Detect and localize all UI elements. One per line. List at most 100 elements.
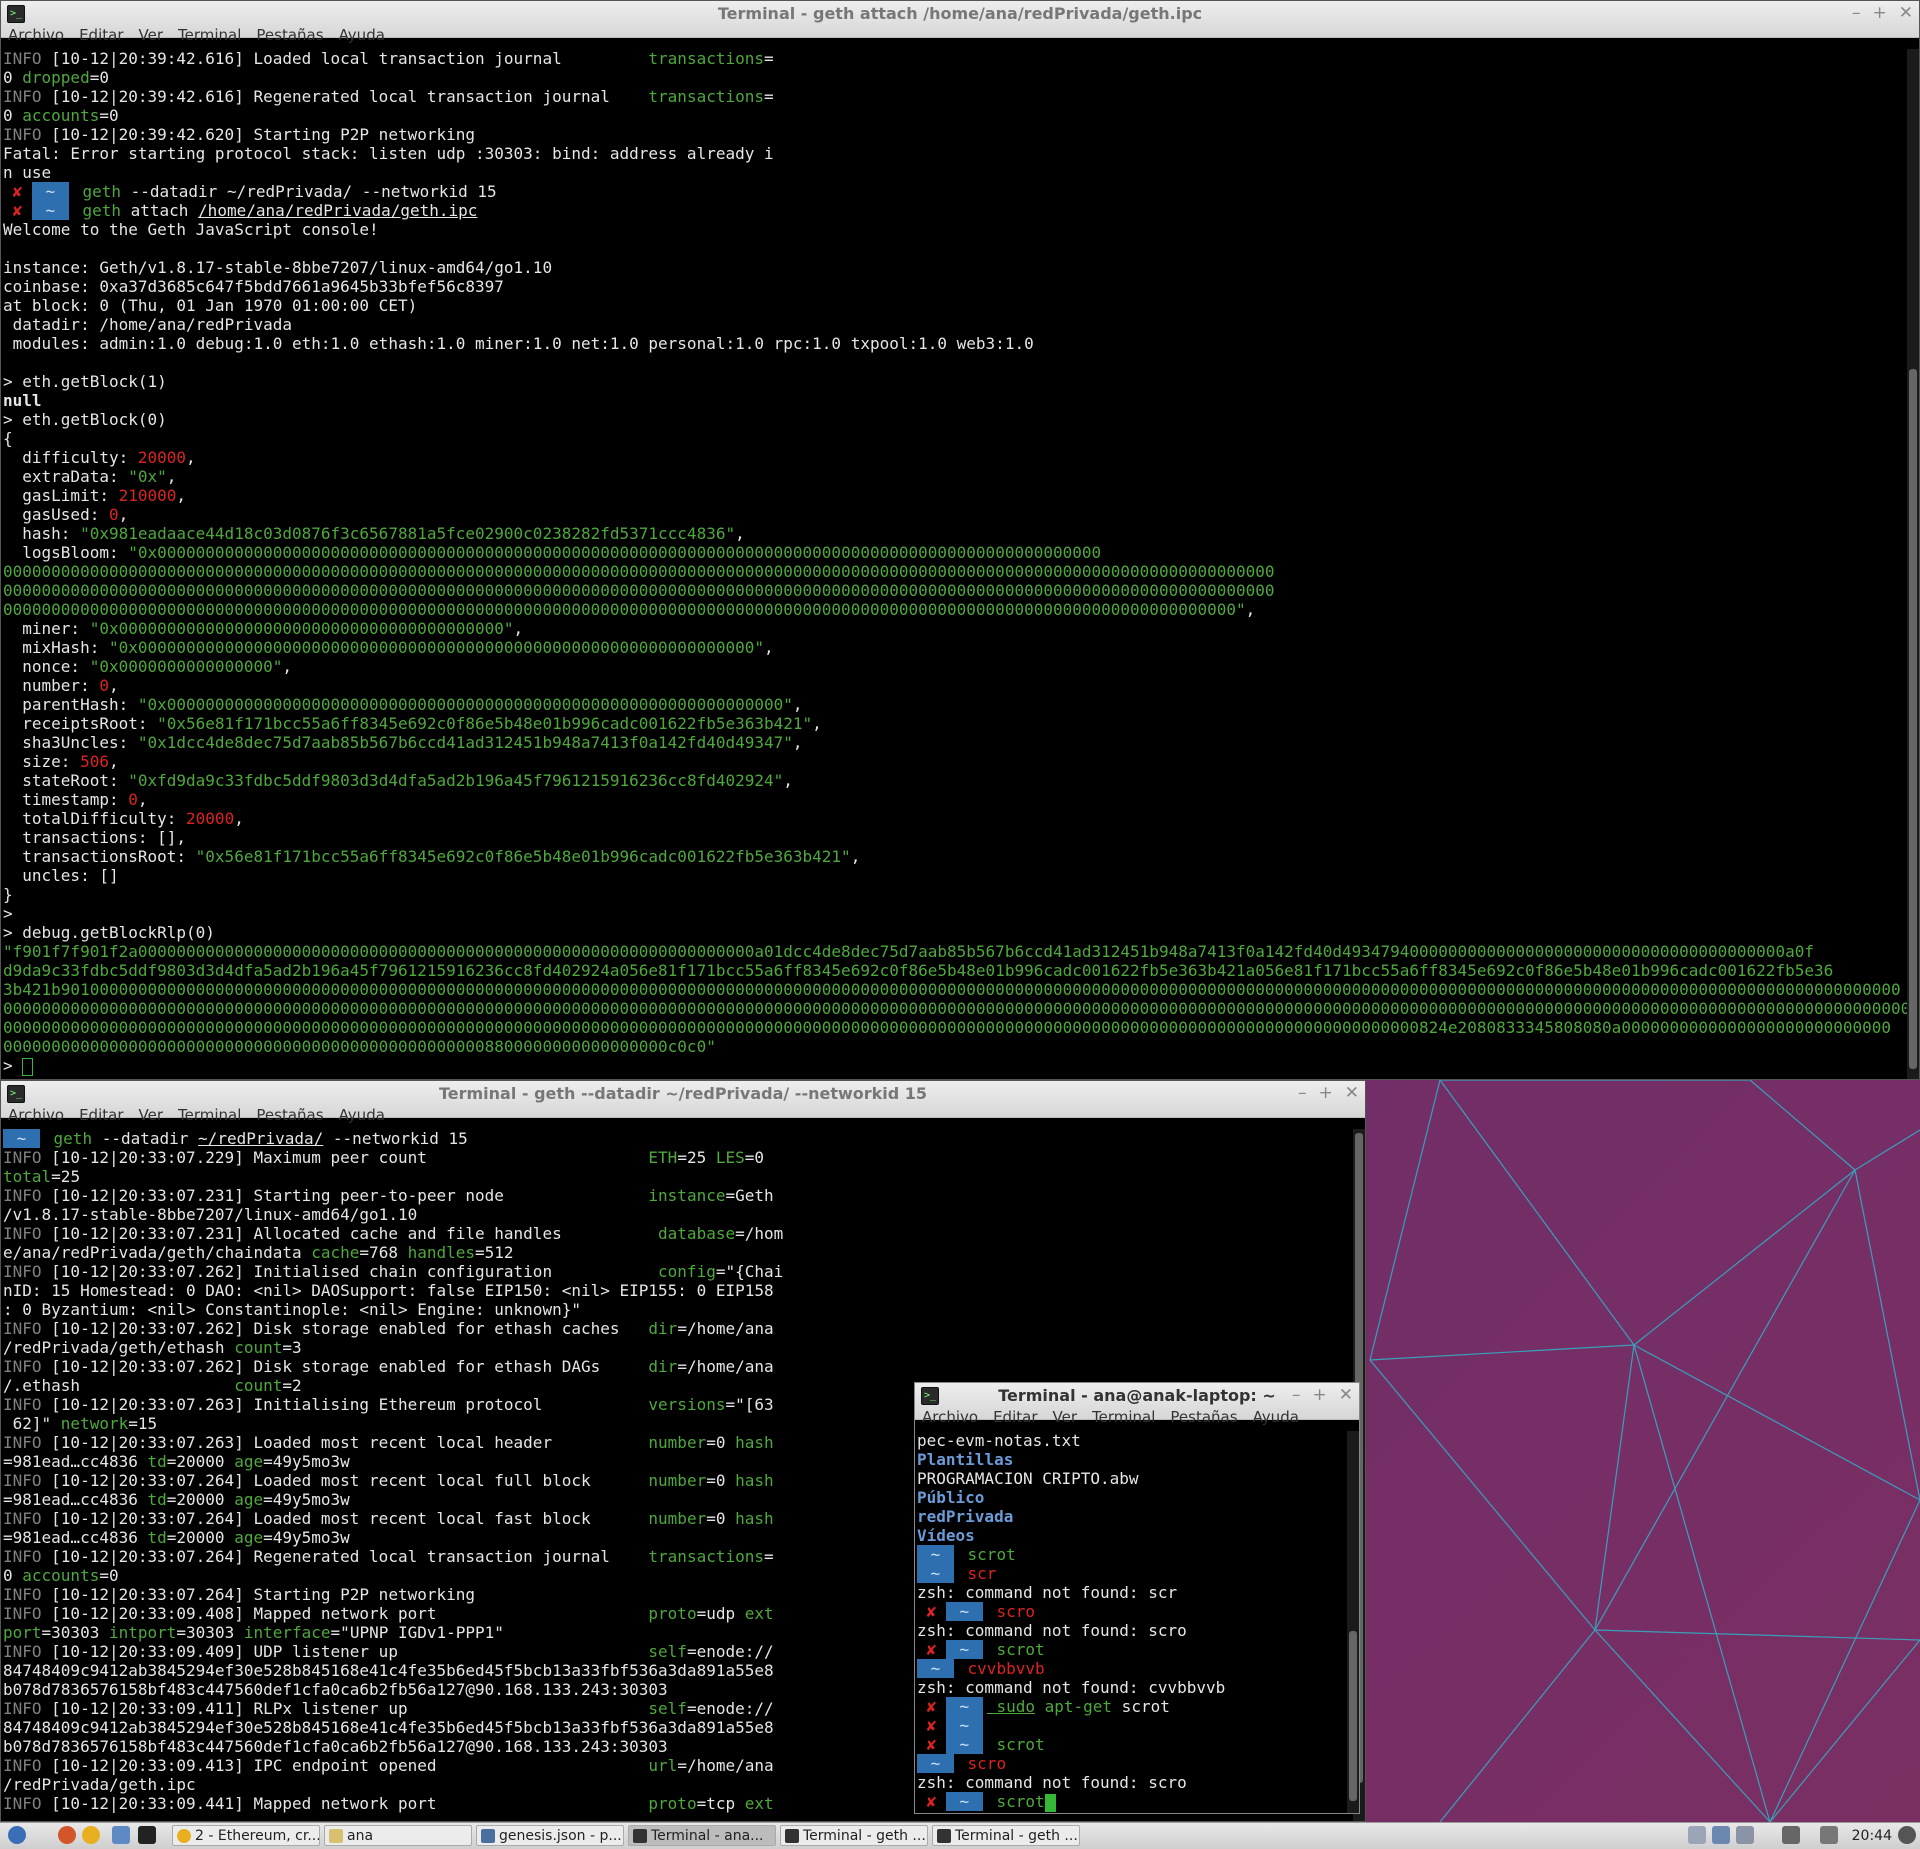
start-menu-icon[interactable] (8, 1826, 26, 1844)
close-icon[interactable]: ✕ (1345, 1083, 1359, 1103)
terminal-text: age (234, 1452, 264, 1471)
menu-editar[interactable]: Editar (986, 1405, 1045, 1429)
terminal-text: count (234, 1376, 283, 1395)
terminal-text: INFO (3, 1699, 42, 1718)
terminal-text: =tcp (696, 1794, 745, 1813)
menu-ver[interactable]: Ver (132, 1103, 172, 1127)
prompt-segment: ~ (917, 1564, 954, 1583)
terminal-line: e/ana/redPrivada/geth/chaindata cache=76… (3, 1243, 1365, 1262)
scrollbar[interactable] (1347, 1431, 1359, 1813)
terminal-text: "0x981eadaace44d18c03d0876f3c6567881a5fc… (80, 524, 736, 543)
terminal-line: extraData: "0x", (3, 467, 1919, 486)
terminal-line: d9da9c33fdbc5ddf9803d3d4dfa5ad2b196a45f7… (3, 961, 1919, 980)
menu-terminal[interactable]: Terminal (171, 1103, 249, 1127)
terminal-text: hash (735, 1433, 774, 1452)
menu-editar[interactable]: Editar (72, 1103, 131, 1127)
folder-icon (329, 1829, 343, 1843)
terminal-line: totalDifficulty: 20000, (3, 809, 1919, 828)
terminal-line: INFO [10-12|20:33:07.231] Allocated cach… (3, 1224, 1365, 1243)
close-icon[interactable]: ✕ (1899, 3, 1913, 23)
terminal-output[interactable]: INFO [10-12|20:39:42.616] Loaded local t… (1, 49, 1919, 1079)
terminal-window-geth-attach[interactable]: >_ Terminal - geth attach /home/ana/redP… (0, 0, 1920, 1080)
minimize-icon[interactable]: – (1298, 1083, 1307, 1103)
menu-terminal[interactable]: Terminal (171, 23, 249, 47)
power-icon[interactable] (1898, 1826, 1916, 1844)
terminal-text: =0 (706, 1509, 736, 1528)
menu-archivo[interactable]: Archivo (1, 23, 72, 47)
terminal-text: 84748409c9412ab3845294ef30e528b845168e41… (3, 1661, 774, 1680)
chrome-icon[interactable] (82, 1826, 100, 1844)
window-titlebar[interactable]: >_ Terminal - geth --datadir ~/redPrivad… (1, 1081, 1365, 1124)
task-terminal-ana[interactable]: Terminal - ana... (628, 1825, 776, 1846)
menu-pestanas[interactable]: Pestañas (249, 23, 331, 47)
terminal-line: 0000000000000000000000000000000000000000… (3, 1037, 1919, 1056)
minimize-icon[interactable]: – (1852, 3, 1861, 23)
terminal-line: Vídeos (917, 1526, 1347, 1545)
menu-ayuda[interactable]: Ayuda (1246, 1405, 1307, 1429)
terminal-text: 0 (3, 68, 23, 87)
window-titlebar[interactable]: >_ Terminal - ana@anak-laptop: ~ – + ✕ A… (915, 1383, 1359, 1426)
menu-ver[interactable]: Ver (1046, 1405, 1086, 1429)
terminal-line: } (3, 885, 1919, 904)
terminal-text: port (3, 1623, 42, 1642)
terminal-text: age (234, 1528, 264, 1547)
terminal-line: zsh: command not found: scro (917, 1621, 1347, 1640)
terminal-text: coinbase: 0xa37d3685c647f5bdd7661a9645b3… (3, 277, 504, 296)
scrollbar-thumb[interactable] (1349, 1631, 1357, 1801)
path-text: ~/redPrivada/ (198, 1129, 324, 1148)
terminal-text: INFO (3, 1148, 42, 1167)
workspace-icon[interactable] (1688, 1826, 1706, 1844)
terminal-line: ~ scrot (917, 1545, 1347, 1564)
scrollbar[interactable] (1907, 49, 1919, 1079)
terminal-line: number: 0, (3, 676, 1919, 695)
terminal-text: "0x56e81f171bcc55a6ff8345e692c0f86e5b48e… (157, 714, 813, 733)
menu-terminal[interactable]: Terminal (1085, 1405, 1163, 1429)
terminal-text: number (648, 1509, 707, 1528)
firefox-icon[interactable] (58, 1826, 76, 1844)
maximize-icon[interactable]: + (1313, 1385, 1327, 1405)
maximize-icon[interactable]: + (1319, 1083, 1333, 1103)
terminal-text: interface (243, 1623, 331, 1642)
menu-archivo[interactable]: Archivo (1, 1103, 72, 1127)
terminal-window-home[interactable]: >_ Terminal - ana@anak-laptop: ~ – + ✕ A… (914, 1382, 1360, 1814)
scrollbar-thumb[interactable] (1909, 369, 1917, 1069)
terminal-line: modules: admin:1.0 debug:1.0 eth:1.0 eth… (3, 334, 1919, 353)
battery-icon[interactable] (1782, 1826, 1800, 1844)
file-manager-icon[interactable] (112, 1826, 130, 1844)
task-terminal-geth-2[interactable]: Terminal - geth ... (932, 1825, 1080, 1846)
task-file-manager[interactable]: ana (324, 1825, 472, 1846)
terminal-text: url (648, 1756, 678, 1775)
terminal-launcher-icon[interactable] (138, 1826, 156, 1844)
close-icon[interactable]: ✕ (1339, 1385, 1353, 1405)
workspace-active-icon[interactable] (1712, 1826, 1730, 1844)
menu-pestanas[interactable]: Pestañas (249, 1103, 331, 1127)
terminal-text: "0x1dcc4de8dec75d7aab85b567b6ccd41ad3124… (137, 733, 793, 752)
terminal-text: zsh: command not found: scro (917, 1773, 1187, 1792)
terminal-text: [10-12|20:33:07.262] Disk storage enable… (41, 1357, 649, 1376)
task-terminal-geth-1[interactable]: Terminal - geth ... (780, 1825, 928, 1846)
window-titlebar[interactable]: >_ Terminal - geth attach /home/ana/redP… (1, 1, 1919, 44)
prompt-segment: ~ (945, 1716, 983, 1735)
terminal-line: ✘ ~ scro (917, 1602, 1347, 1621)
menu-pestanas[interactable]: Pestañas (1163, 1405, 1245, 1429)
terminal-text: pec-evm-notas.txt (917, 1431, 1081, 1450)
task-browser[interactable]: 2 - Ethereum, cr... (172, 1825, 320, 1846)
menu-ayuda[interactable]: Ayuda (332, 1103, 393, 1127)
menu-ayuda[interactable]: Ayuda (332, 23, 393, 47)
menu-ver[interactable]: Ver (132, 23, 172, 47)
minimize-icon[interactable]: – (1292, 1385, 1301, 1405)
maximize-icon[interactable]: + (1873, 3, 1887, 23)
taskbar: 2 - Ethereum, cr... ana genesis.json - p… (0, 1822, 1920, 1849)
terminal-text: , (764, 638, 774, 657)
terminal-text: cache (311, 1243, 360, 1262)
terminal-text: 84748409c9412ab3845294ef30e528b845168e41… (3, 1718, 774, 1737)
terminal-output[interactable]: pec-evm-notas.txt Plantillas PROGRAMACION … (915, 1431, 1347, 1813)
terminal-line: mixHash: "0x0000000000000000000000000000… (3, 638, 1919, 657)
menu-editar[interactable]: Editar (72, 23, 131, 47)
menu-archivo[interactable]: Archivo (915, 1405, 986, 1429)
terminal-line: INFO [10-12|20:39:42.616] Regenerated lo… (3, 87, 1919, 106)
tray-icon[interactable] (1736, 1826, 1754, 1844)
task-editor[interactable]: genesis.json - p... (476, 1825, 624, 1846)
network-icon[interactable] (1820, 1826, 1838, 1844)
